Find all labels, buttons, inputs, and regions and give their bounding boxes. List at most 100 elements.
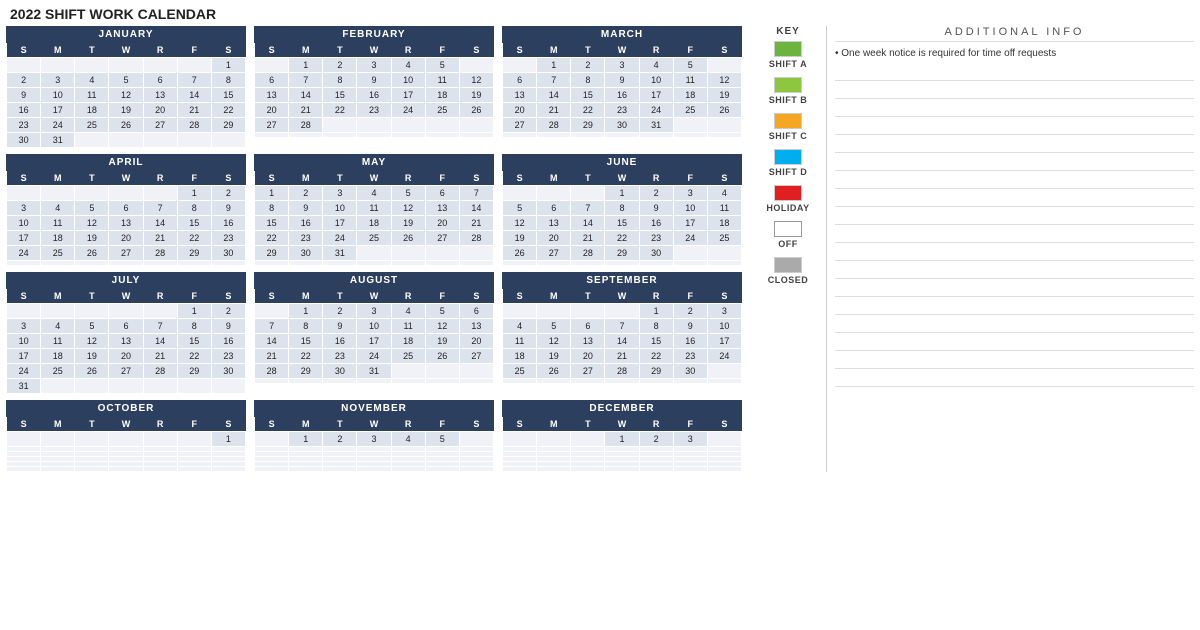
calendar-day: 16 [211,334,245,349]
day-of-week-header: W [357,43,391,58]
calendar-day: 15 [571,88,605,103]
day-of-week-header: W [109,171,143,186]
calendar-day: 7 [143,201,177,216]
calendar-day: 24 [7,246,41,261]
calendar-day: 13 [143,88,177,103]
day-of-week-header: S [7,417,41,432]
calendar-day: 26 [459,103,493,118]
calendar-day: 14 [289,88,323,103]
calendar-day [707,432,741,447]
calendars-grid: JANUARY SMTWRFS12345678910111213141516171… [6,26,742,472]
day-of-week-header: W [605,289,639,304]
calendar-day [357,379,391,384]
day-of-week-header: S [707,43,741,58]
calendar-day [255,432,289,447]
calendar-day [391,364,425,379]
calendar-day [143,261,177,266]
calendar-day: 20 [459,334,493,349]
day-of-week-header: R [391,43,425,58]
day-of-week-header: S [211,289,245,304]
calendar-day: 24 [41,118,75,133]
calendar-header: APRIL [6,154,246,171]
calendar-day [425,133,459,138]
calendar-day: 1 [537,58,571,73]
calendar-day: 1 [605,432,639,447]
calendar-day: 8 [605,201,639,216]
calendar-march: MARCHSMTWRFS1234567891011121314151617181… [502,26,742,148]
calendar-day: 28 [255,364,289,379]
calendar-day [503,379,537,384]
calendar-day: 3 [357,432,391,447]
calendar-day: 20 [109,231,143,246]
calendar-day: 28 [143,246,177,261]
calendar-day: 19 [75,231,109,246]
calendar-day [673,133,707,138]
calendar-header: JUNE [502,154,742,171]
calendar-day: 3 [707,304,741,319]
calendar-header: JANUARY [6,26,246,43]
calendar-day: 30 [7,133,41,148]
day-of-week-header: S [459,417,493,432]
calendar-day: 19 [109,103,143,118]
calendar-day: 26 [503,246,537,261]
calendar-day: 10 [357,319,391,334]
calendar-day: 11 [673,73,707,88]
calendar-day: 26 [75,364,109,379]
calendar-day [7,186,41,201]
calendar-day: 22 [255,231,289,246]
calendar-day: 21 [605,349,639,364]
day-of-week-header: S [211,171,245,186]
calendar-day: 19 [537,349,571,364]
calendar-day: 2 [323,432,357,447]
day-of-week-header: W [109,289,143,304]
calendar-day: 8 [323,73,357,88]
calendar-day [391,379,425,384]
info-line [835,333,1194,351]
calendar-day [425,118,459,133]
calendar-day: 14 [255,334,289,349]
calendar-day: 18 [503,349,537,364]
calendar-day: 3 [7,319,41,334]
day-of-week-header: R [639,43,673,58]
day-of-week-header: F [673,171,707,186]
calendar-day: 11 [503,334,537,349]
calendar-table: SMTWRFS123456789101112131415161718192021… [6,171,246,266]
info-line [835,225,1194,243]
calendar-day: 5 [503,201,537,216]
calendar-day: 28 [143,364,177,379]
calendar-day [357,246,391,261]
calendar-august: AUGUSTSMTWRFS123456789101112131415161718… [254,272,494,394]
calendar-july: JULYSMTWRFS12345678910111213141516171819… [6,272,246,394]
calendar-day: 10 [41,88,75,103]
calendar-day [7,432,41,447]
calendar-day: 16 [639,216,673,231]
calendar-april: APRILSMTWRFS1234567891011121314151617181… [6,154,246,266]
calendar-day: 18 [673,88,707,103]
calendar-day: 30 [211,246,245,261]
calendar-day: 4 [391,304,425,319]
calendar-day [707,58,741,73]
calendar-day: 10 [391,73,425,88]
calendar-day: 1 [211,432,245,447]
calendar-day: 5 [673,58,707,73]
calendar-day: 15 [605,216,639,231]
calendar-day: 4 [707,186,741,201]
day-of-week-header: T [75,289,109,304]
calendar-day: 2 [289,186,323,201]
calendar-table: SMTWRFS123456789101112131415161718192021… [254,171,494,266]
calendar-day [707,379,741,384]
calendar-day [639,133,673,138]
calendar-day [177,467,211,472]
calendar-day: 2 [673,304,707,319]
calendar-day: 15 [289,334,323,349]
calendar-day: 5 [425,432,459,447]
calendar-day [503,261,537,266]
calendar-day: 15 [255,216,289,231]
day-of-week-header: M [289,171,323,186]
calendar-day: 8 [177,201,211,216]
calendar-day: 27 [109,246,143,261]
calendar-day [109,133,143,148]
calendar-day: 10 [323,201,357,216]
calendar-day [391,133,425,138]
day-of-week-header: R [391,417,425,432]
